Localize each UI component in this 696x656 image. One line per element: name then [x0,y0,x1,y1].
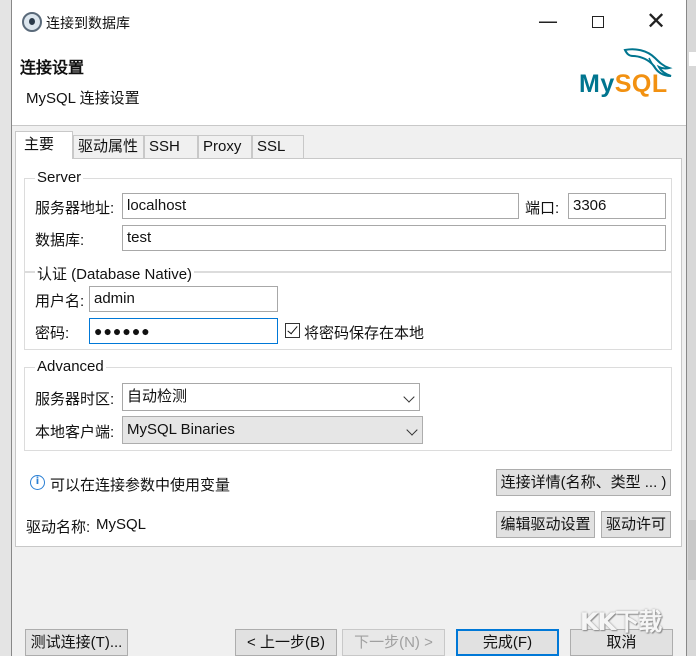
timezone-value: 自动检测 [127,388,188,405]
client-value: MySQL Binaries [127,421,235,438]
advanced-legend: Advanced [35,358,106,375]
database-input[interactable]: test [122,225,666,251]
connection-details-button[interactable]: 连接详情(名称、类型 ... ) [496,469,671,496]
port-input[interactable]: 3306 [568,193,666,219]
password-label: 密码: [35,325,70,342]
server-legend: Server [35,169,84,186]
test-connection-button[interactable]: 测试连接(T)... [25,629,128,656]
timezone-select[interactable]: 自动检测 [122,383,420,411]
port-label: 端口: [525,200,560,217]
site-watermark: KK下载 [580,608,662,636]
info-icon: i [30,475,45,490]
host-label: 服务器地址: [35,200,115,217]
driver-name-label: 驱动名称: [26,519,91,536]
background-window-edge-right [687,0,696,656]
dialog-content: 主要 驱动属性 SSH Proxy SSL Server 服务器地址: loca… [15,131,682,549]
driver-license-button[interactable]: 驱动许可 [601,511,671,538]
client-label: 本地客户端: [35,424,115,441]
database-label: 数据库: [35,232,85,249]
title-bar[interactable]: 连接到数据库 — ✕ [12,0,686,44]
variables-hint: 可以在连接参数中使用变量 [50,477,231,494]
next-button[interactable]: 下一步(N) > [342,629,445,656]
username-input[interactable]: admin [89,286,278,312]
page-title: 连接设置 [20,60,85,77]
tab-main[interactable]: 主要 [15,131,73,159]
tab-ssl[interactable]: SSL [252,135,304,159]
server-group: Server 服务器地址: localhost 端口: 3306 数据库: te… [24,169,672,272]
driver-name-value: MySQL [96,516,147,533]
close-button[interactable]: ✕ [636,8,676,36]
maximize-icon [592,16,604,28]
chevron-down-icon [403,391,415,403]
auth-group: 认证 (Database Native) 用户名: admin 密码: ●●●●… [24,263,672,350]
chevron-down-icon [406,424,418,436]
page-subtitle: MySQL 连接设置 [26,90,140,107]
minimize-button[interactable]: — [528,8,568,36]
tab-panel-main: Server 服务器地址: localhost 端口: 3306 数据库: te… [15,158,682,547]
background-window-edge [0,0,11,656]
tab-proxy[interactable]: Proxy [198,135,252,159]
save-password-checkbox[interactable] [285,323,300,338]
username-label: 用户名: [35,293,85,310]
edit-driver-button[interactable]: 编辑驱动设置 [496,511,595,538]
host-input[interactable]: localhost [122,193,519,219]
save-password-label[interactable]: 将密码保存在本地 [304,322,424,343]
back-button[interactable]: < 上一步(B) [235,629,337,656]
dialog-header: 连接设置 MySQL 连接设置 MySQL [12,44,686,126]
timezone-label: 服务器时区: [35,391,115,408]
password-input[interactable]: ●●●●●● [89,318,278,344]
maximize-button[interactable] [578,8,618,36]
finish-button[interactable]: 完成(F) [456,629,559,656]
auth-legend: 认证 (Database Native) [35,263,195,284]
tab-driver-properties[interactable]: 驱动属性 [73,135,144,159]
mysql-logo: MySQL [579,44,684,104]
mysql-logo-text: MySQL [579,70,668,98]
client-select[interactable]: MySQL Binaries [122,416,423,444]
tab-bar: 主要 驱动属性 SSH Proxy SSL [15,131,315,159]
dbeaver-app-icon [22,12,42,32]
connect-dialog: 连接到数据库 — ✕ 连接设置 MySQL 连接设置 MySQL 主要 驱动属性… [11,0,687,656]
background-scrollbar [688,520,696,580]
window-title: 连接到数据库 [46,15,130,31]
tab-ssh[interactable]: SSH [144,135,198,159]
advanced-group: Advanced 服务器时区: 自动检测 本地客户端: MySQL Binari… [24,358,672,451]
background-fragment [689,52,696,66]
